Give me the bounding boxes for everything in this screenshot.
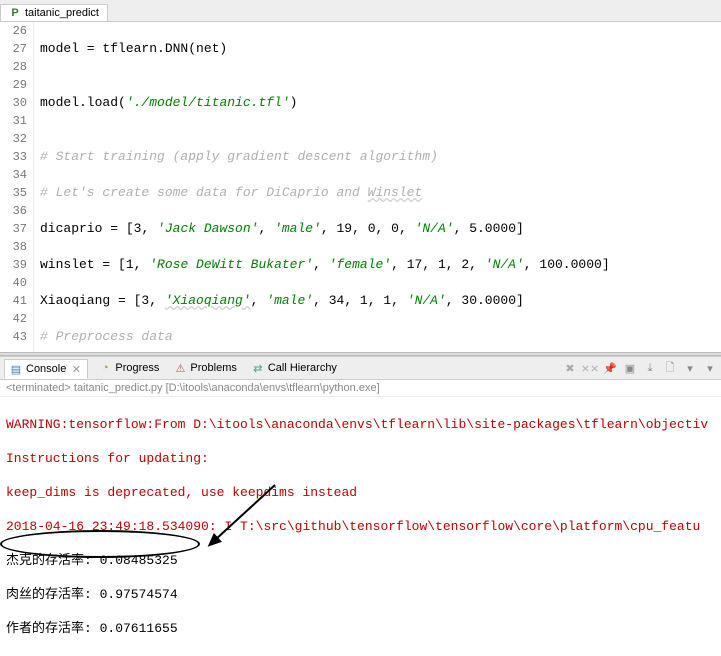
line-number-gutter: 26 27 28 29 30 31 32 33 34 35 36 37 38 3… bbox=[0, 22, 34, 352]
code-area[interactable]: model = tflearn.DNN(net) model.load('./m… bbox=[34, 22, 688, 352]
problems-tab-label: Problems bbox=[190, 362, 236, 374]
console-line: WARNING:tensorflow:From D:\itools\anacon… bbox=[6, 416, 715, 433]
code-line: dicaprio = [3, 'Jack Dawson', 'male', 19… bbox=[40, 220, 688, 238]
new-console-dropdown-icon[interactable]: ▾ bbox=[703, 361, 717, 375]
file-tab-label: taitanic_predict bbox=[25, 7, 99, 19]
code-line: # Let's create some data for DiCaprio an… bbox=[40, 184, 688, 202]
close-icon[interactable]: ✕ bbox=[69, 362, 83, 376]
call-hierarchy-icon: ⇄ bbox=[251, 361, 265, 375]
code-line: # Start training (apply gradient descent… bbox=[40, 148, 688, 166]
progress-tab-label: Progress bbox=[115, 362, 159, 374]
problems-icon: ⚠ bbox=[173, 361, 187, 375]
code-editor[interactable]: 26 27 28 29 30 31 32 33 34 35 36 37 38 3… bbox=[0, 22, 721, 352]
clear-console-icon[interactable]: 🗋 bbox=[663, 361, 677, 375]
console-icon: ▤ bbox=[9, 362, 23, 376]
tab-console[interactable]: ▤ Console ✕ bbox=[4, 359, 88, 379]
pin-console-icon[interactable]: 📌 bbox=[603, 361, 617, 375]
tab-progress[interactable]: ◔ Progress bbox=[94, 359, 163, 377]
console-line: 肉丝的存活率: 0.97574574 bbox=[6, 586, 715, 603]
code-line: Xiaoqiang = [3, 'Xiaoqiang', 'male', 34,… bbox=[40, 292, 688, 310]
console-tab-label: Console bbox=[26, 363, 66, 375]
code-line: winslet = [1, 'Rose DeWitt Bukater', 'fe… bbox=[40, 256, 688, 274]
console-line: Instructions for updating: bbox=[6, 450, 715, 467]
terminated-header: <terminated> taitanic_predict.py [D:\ito… bbox=[0, 380, 721, 397]
console-line: 杰克的存活率: 0.08485325 bbox=[6, 552, 715, 569]
display-selected-icon[interactable]: ▣ bbox=[623, 361, 637, 375]
code-line: model.load('./model/titanic.tfl') bbox=[40, 94, 688, 112]
file-tab[interactable]: P taitanic_predict bbox=[0, 4, 108, 21]
console-line: 2018-04-16 23:49:18.534090: I T:\src\git… bbox=[6, 518, 715, 535]
progress-icon: ◔ bbox=[98, 361, 112, 375]
call-tab-label: Call Hierarchy bbox=[268, 362, 337, 374]
remove-launch-icon[interactable]: ✖ bbox=[563, 361, 577, 375]
console-line: 作者的存活率: 0.07611655 bbox=[6, 620, 715, 637]
python-file-icon: P bbox=[9, 7, 21, 19]
open-console-dropdown-icon[interactable]: ▾ bbox=[683, 361, 697, 375]
remove-all-icon[interactable]: ⨯⨯ bbox=[583, 361, 597, 375]
code-line: model = tflearn.DNN(net) bbox=[40, 40, 688, 58]
console-line: keep_dims is deprecated, use keepdims in… bbox=[6, 484, 715, 501]
scroll-lock-icon[interactable]: ⤓ bbox=[643, 361, 657, 375]
console-toolbar: ✖ ⨯⨯ 📌 ▣ ⤓ 🗋 ▾ ▾ bbox=[563, 361, 717, 375]
tab-problems[interactable]: ⚠ Problems bbox=[169, 359, 240, 377]
console-output[interactable]: WARNING:tensorflow:From D:\itools\anacon… bbox=[0, 397, 721, 656]
code-line: # Preprocess data bbox=[40, 328, 688, 346]
tab-call-hierarchy[interactable]: ⇄ Call Hierarchy bbox=[247, 359, 341, 377]
